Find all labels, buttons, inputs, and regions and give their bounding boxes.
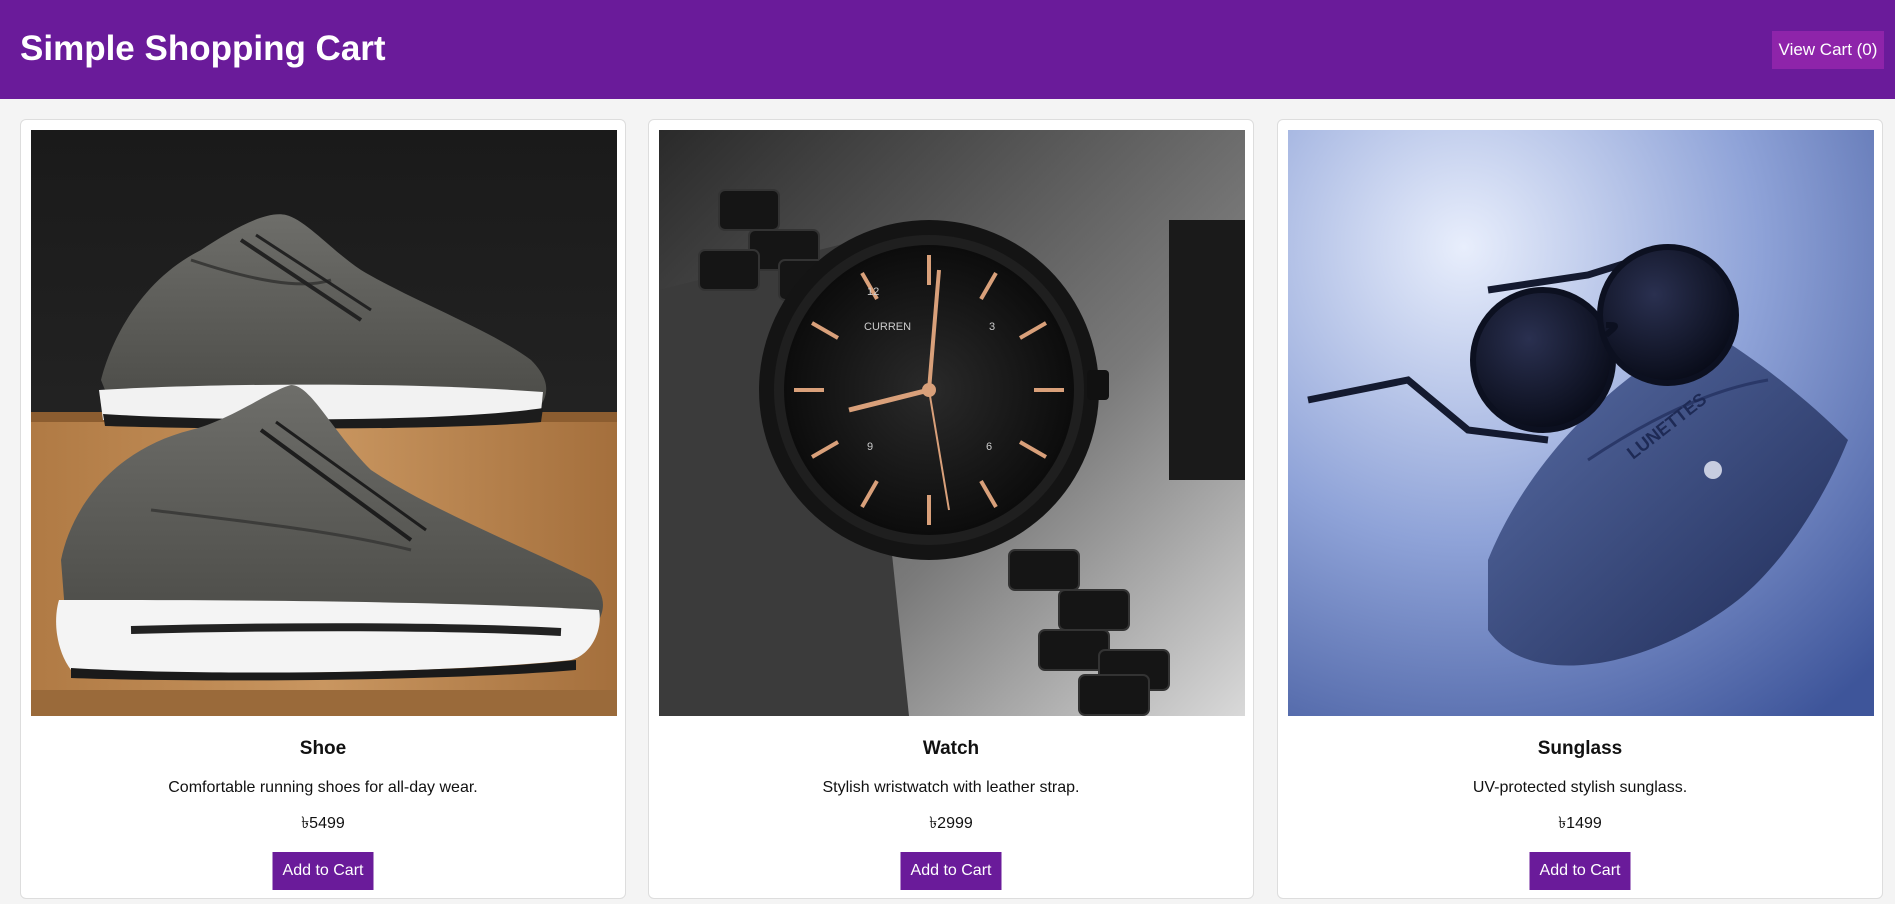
product-description: Comfortable running shoes for all-day we…	[168, 779, 478, 796]
watch-dial-12: 12	[867, 286, 879, 298]
watch-dial-3: 3	[989, 321, 995, 333]
watch-brand-text: CURREN	[864, 321, 911, 333]
page-title: Simple Shopping Cart	[20, 29, 386, 68]
product-name: Watch	[922, 738, 980, 759]
product-card-shoe: Shoe Comfortable running shoes for all-d…	[20, 119, 626, 899]
add-to-cart-button[interactable]: Add to Cart	[272, 852, 374, 890]
product-price: ৳1499	[1558, 815, 1602, 832]
product-image-watch: CURREN 12 3 6 9	[659, 130, 1245, 716]
product-price: ৳2999	[929, 815, 973, 832]
watch-dial-9: 9	[867, 441, 873, 453]
watch-dial-6: 6	[986, 441, 992, 453]
product-image-sunglass: LUNETTES	[1288, 130, 1874, 716]
product-card-sunglass: LUNETTES Sunglass UV-protected stylish s…	[1277, 119, 1883, 899]
product-name: Shoe	[299, 738, 347, 759]
view-cart-button[interactable]: View Cart (0)	[1772, 31, 1884, 69]
add-to-cart-button[interactable]: Add to Cart	[1529, 852, 1631, 890]
product-price: ৳5499	[301, 815, 345, 832]
product-name: Sunglass	[1537, 738, 1623, 759]
product-card-watch: CURREN 12 3 6 9 Watch Stylish wristwatch…	[648, 119, 1254, 899]
product-description: Stylish wristwatch with leather strap.	[822, 779, 1080, 796]
product-image-shoe	[31, 130, 617, 716]
app-header: Simple Shopping Cart View Cart (0)	[0, 0, 1895, 99]
product-description: UV-protected stylish sunglass.	[1472, 779, 1688, 796]
add-to-cart-button[interactable]: Add to Cart	[900, 852, 1002, 890]
